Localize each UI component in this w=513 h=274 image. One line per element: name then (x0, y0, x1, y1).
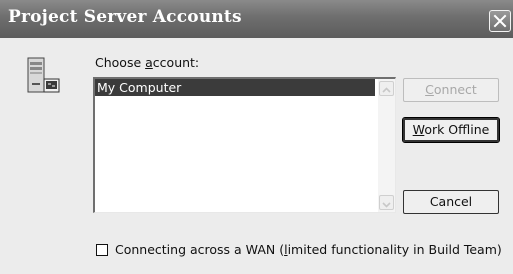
close-icon (493, 14, 507, 28)
connect-button[interactable]: Connect (403, 78, 499, 102)
chevron-up-icon (382, 87, 391, 93)
scroll-down-button[interactable] (379, 195, 394, 210)
scroll-up-button[interactable] (379, 81, 394, 96)
list-item[interactable]: My Computer (95, 79, 375, 96)
wan-checkbox[interactable] (96, 244, 108, 256)
title-bar[interactable]: Project Server Accounts (0, 0, 513, 38)
close-button[interactable] (489, 10, 511, 32)
vertical-scrollbar[interactable] (378, 79, 395, 212)
cancel-button[interactable]: Cancel (403, 190, 499, 214)
chevron-down-icon (382, 202, 391, 208)
work-offline-button[interactable]: Work Offline (402, 117, 500, 143)
server-icon (27, 57, 60, 93)
choose-account-label: Choose account: (95, 55, 200, 70)
wan-checkbox-label[interactable]: Connecting across a WAN (limited functio… (115, 242, 502, 257)
account-listbox[interactable]: My Computer (93, 77, 396, 213)
dialog-window: Project Server Accounts Choose account: … (0, 0, 513, 274)
window-title: Project Server Accounts (8, 7, 242, 27)
